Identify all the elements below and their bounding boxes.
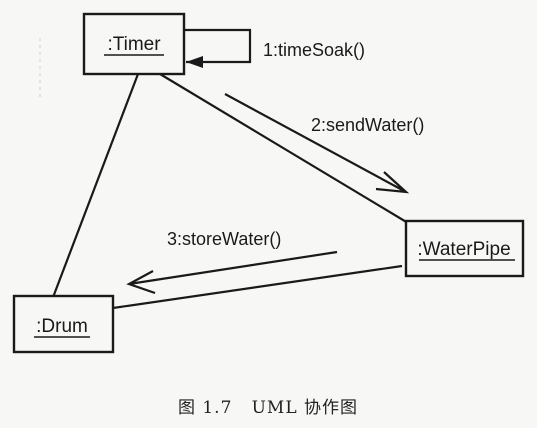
figure-caption: 图 1.7 UML 协作图 [178,398,358,418]
object-timer-label: :Timer [107,34,161,55]
collaboration-diagram: :Timer :WaterPipe :Drum 1:timeSoak() 2:s… [0,0,537,428]
message-arrow-sendwater [224,93,407,193]
object-drum-label: :Drum [36,316,88,337]
message-label-sendwater: 2:sendWater() [311,115,424,135]
link-waterpipe-drum [112,264,403,310]
object-waterpipe-label: :WaterPipe [417,239,510,260]
message-label-storewater: 3:storeWater() [167,229,281,249]
diagram-canvas: :Timer :WaterPipe :Drum 1:timeSoak() 2:s… [12,12,525,418]
object-waterpipe: :WaterPipe [404,219,525,278]
self-loop-timer [184,28,252,64]
link-timer-drum [50,73,140,301]
self-loop-arrowhead [186,56,203,68]
object-drum: :Drum [12,294,115,354]
object-timer: :Timer [82,12,186,76]
link-timer-waterpipe [159,73,409,224]
message-arrowhead-sendwater [375,171,410,194]
message-label-timesoak: 1:timeSoak() [263,40,365,60]
